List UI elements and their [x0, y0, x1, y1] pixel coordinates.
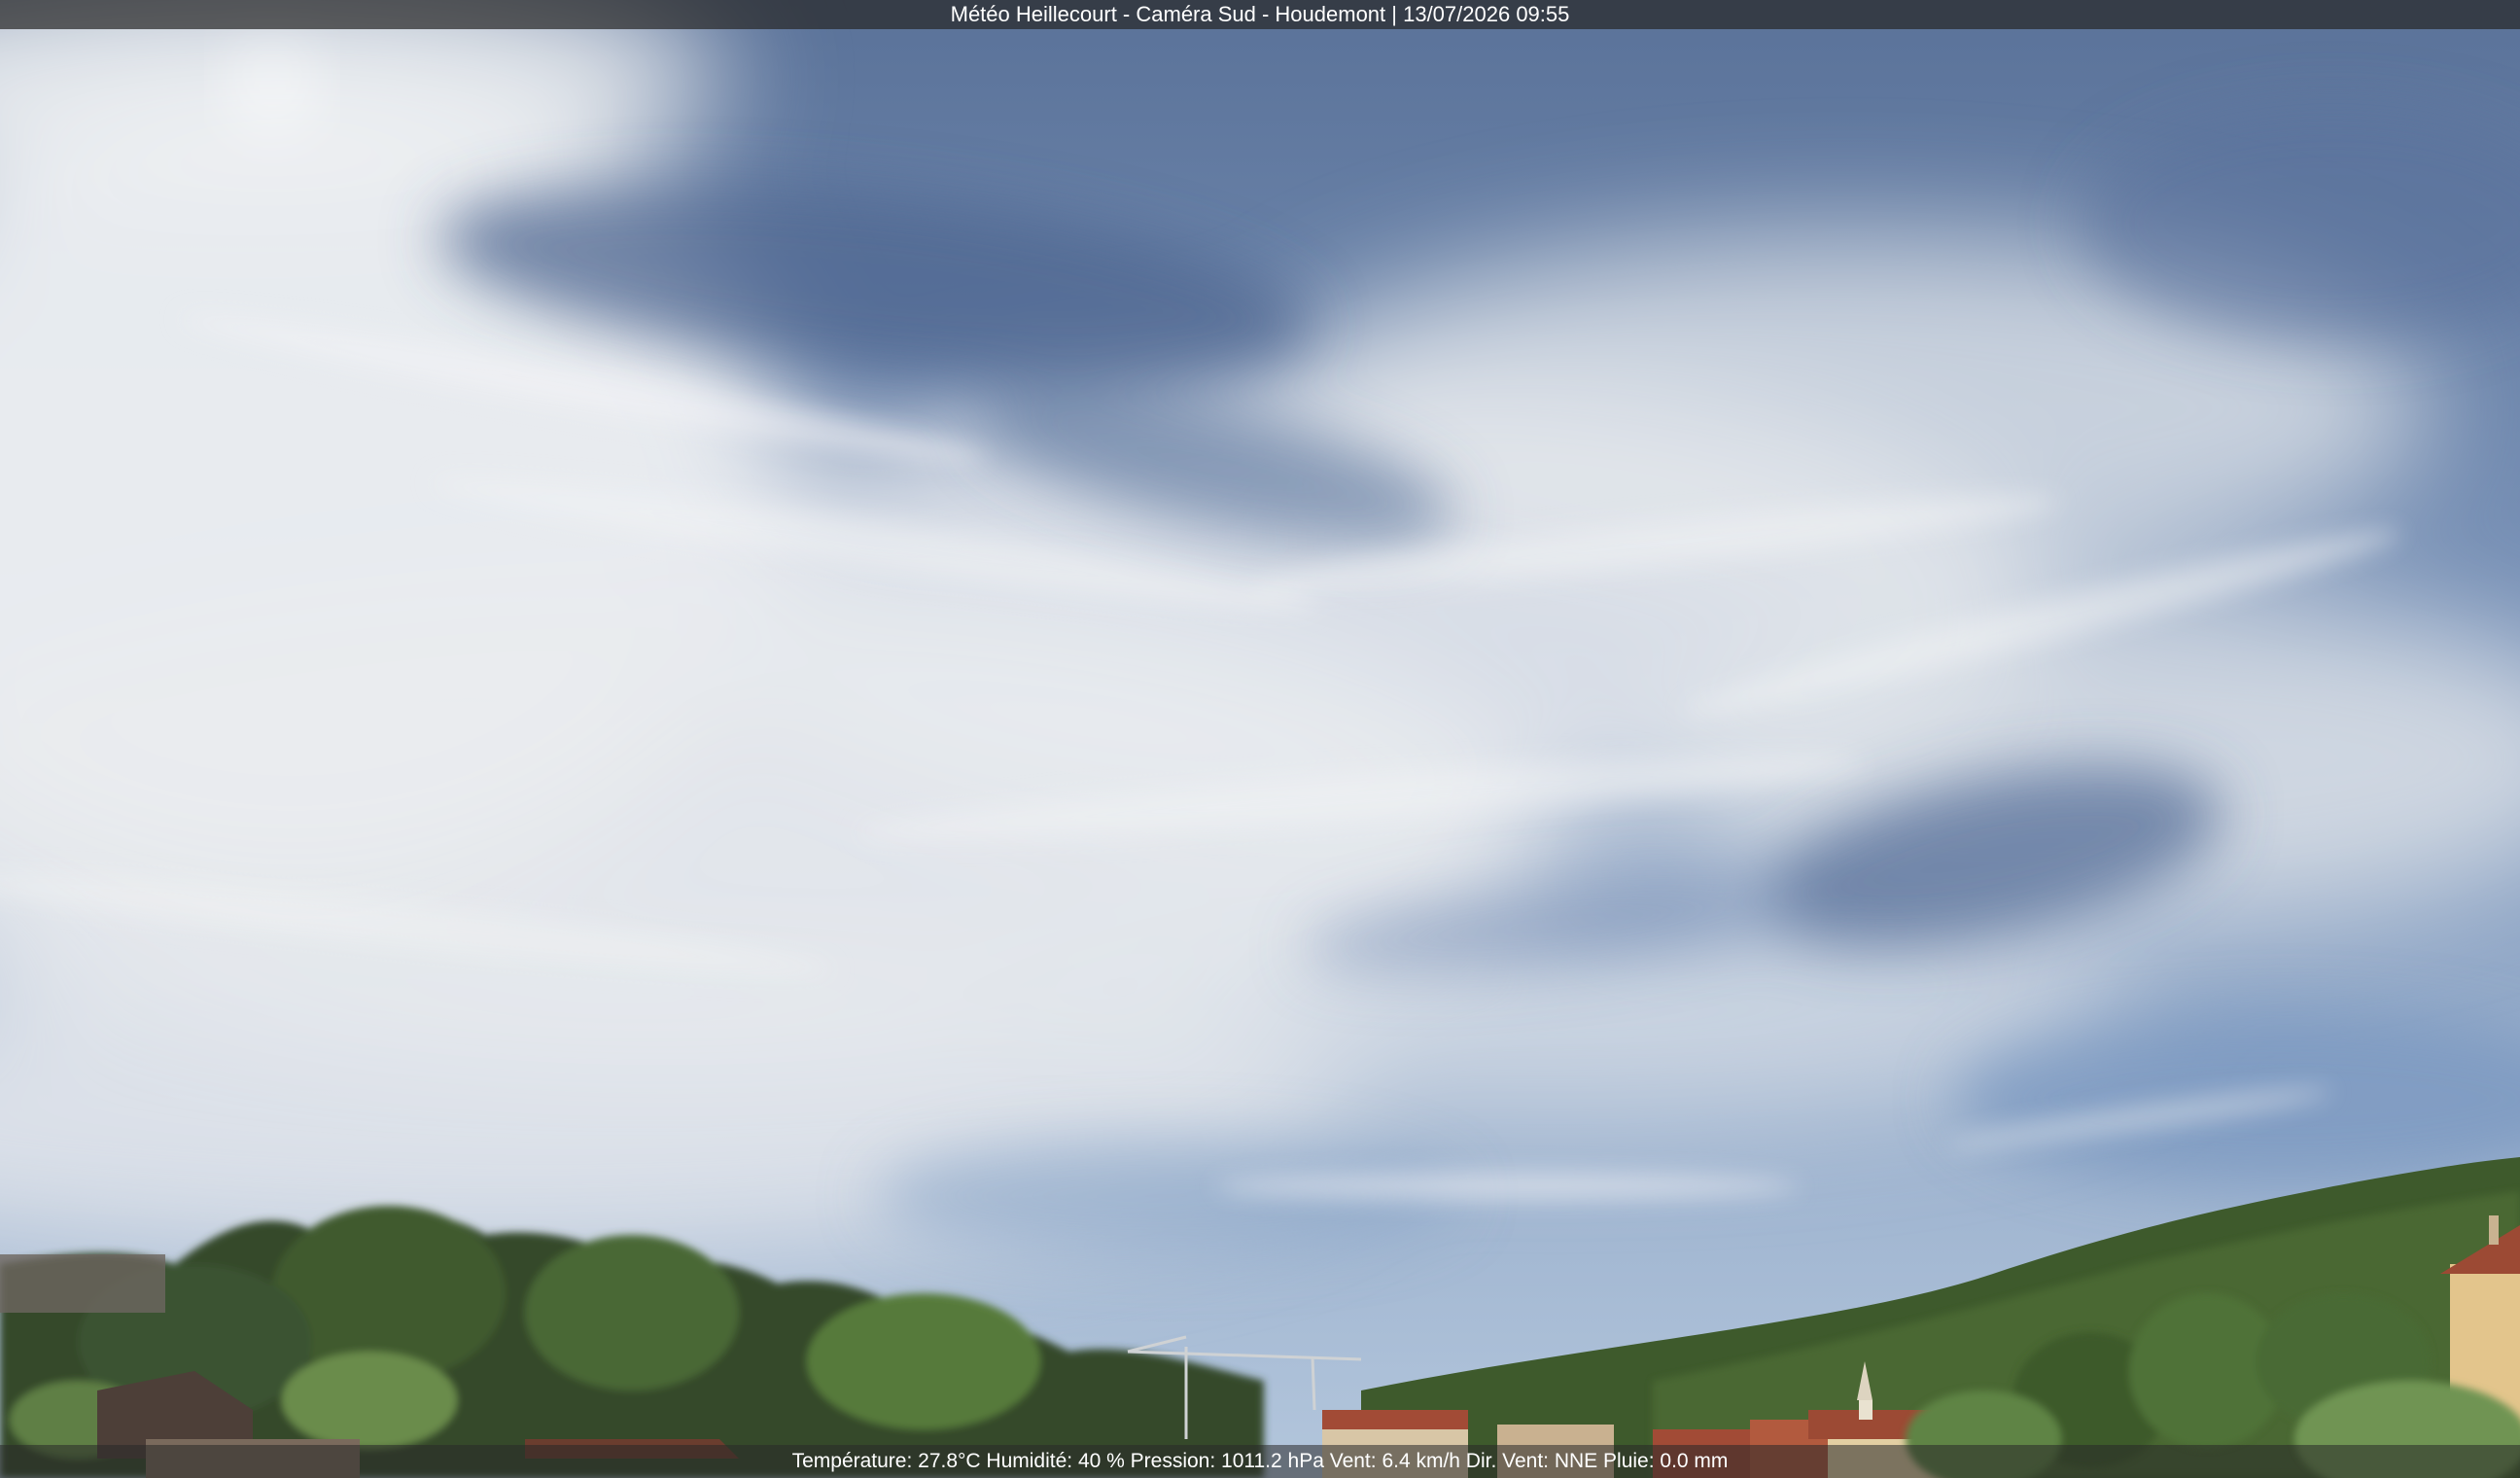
weather-readout: Température: 27.8°C Humidité: 40 % Press… — [791, 1450, 1729, 1472]
webcam-image — [0, 0, 2520, 1478]
webcam-frame: Météo Heillecourt - Caméra Sud - Houdemo… — [0, 0, 2520, 1478]
camera-caption: Météo Heillecourt - Caméra Sud - Houdemo… — [950, 2, 1570, 26]
weather-readout-bar: Température: 27.8°C Humidité: 40 % Press… — [0, 1445, 2520, 1478]
camera-caption-bar: Météo Heillecourt - Caméra Sud - Houdemo… — [0, 0, 2520, 29]
sun-glare — [224, 39, 321, 136]
